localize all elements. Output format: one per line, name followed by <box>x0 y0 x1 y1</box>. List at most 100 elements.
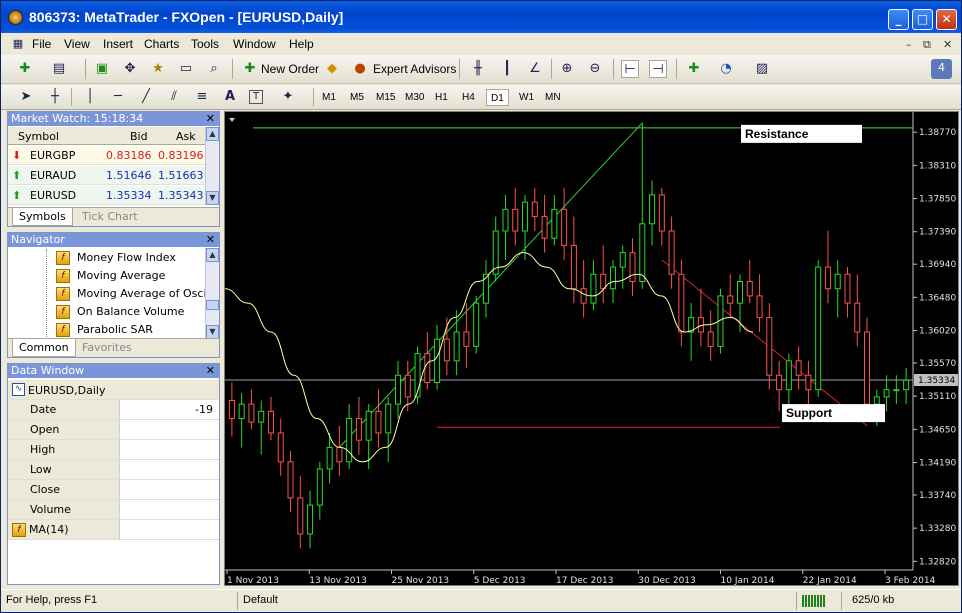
tab-common[interactable]: Common <box>12 339 76 357</box>
timeframe-h4[interactable]: H4 <box>458 89 479 106</box>
metaeditor-icon[interactable]: ◆ <box>323 60 341 78</box>
navigator-item-label: Moving Average of Oscilla <box>77 287 220 300</box>
new-chart-icon[interactable]: ✚ <box>16 60 34 78</box>
navigator-icon[interactable]: ★ <box>149 60 167 78</box>
text-icon[interactable]: A <box>221 88 239 106</box>
chart-canvas[interactable]: 1.38770 1.38310 1.37850 1.37390 1.36940 1.364… <box>224 112 958 586</box>
terminal-icon[interactable]: ▭ <box>177 60 195 78</box>
scroll-up-icon[interactable]: ▲ <box>206 127 219 141</box>
scroll-down-icon[interactable]: ▼ <box>206 191 219 205</box>
symbol-row[interactable]: ⬆ EURAUD 1.51646 1.51663 <box>8 166 206 185</box>
profiles-icon[interactable]: ▤ <box>50 60 68 78</box>
title-bar[interactable]: 806373: MetaTrader - FXOpen - [EURUSD,Da… <box>1 1 961 33</box>
candle-body <box>776 374 783 391</box>
price-chart[interactable]: 1.38770 1.38310 1.37850 1.37390 1.36940 1.364… <box>224 111 959 586</box>
column-bid[interactable]: Bid <box>130 130 148 143</box>
navigator-scrollbar[interactable]: ▲ ▼ <box>205 248 219 339</box>
fibonacci-icon[interactable]: ≡ <box>193 88 211 106</box>
menu-help[interactable]: Help <box>289 37 314 51</box>
price-tick-label: 1.38770 <box>919 128 956 138</box>
market-watch-icon[interactable]: ▣ <box>93 60 111 78</box>
navigator-close-icon[interactable]: ✕ <box>206 233 215 247</box>
expert-advisors-button[interactable]: Expert Advisors <box>373 62 456 76</box>
candle-body <box>893 389 900 392</box>
bid-price: 1.51646 <box>106 169 152 182</box>
tab-symbols[interactable]: Symbols <box>12 208 73 226</box>
status-help: For Help, press F1 <box>6 594 98 606</box>
timeframe-d1[interactable]: D1 <box>486 89 509 106</box>
indicator-name: MA(14) <box>29 523 69 536</box>
scroll-down-icon[interactable]: ▼ <box>206 325 219 339</box>
data-window-icon[interactable]: ✥ <box>121 60 139 78</box>
market-watch-tabs: Symbols Tick Chart <box>8 207 219 226</box>
chart-shift-icon[interactable]: ⊣ <box>649 60 667 78</box>
zoom-out-icon[interactable]: ⊖ <box>586 60 604 78</box>
navigator-item[interactable]: f Moving Average <box>56 267 165 285</box>
timeframe-m5[interactable]: M5 <box>346 89 368 106</box>
vertical-line-icon[interactable]: │ <box>81 88 99 106</box>
candle-body <box>570 244 577 290</box>
data-row: Volume <box>8 500 219 520</box>
timeframe-m1[interactable]: M1 <box>318 89 340 106</box>
new-order-button[interactable]: New Order <box>261 62 319 76</box>
navigator-item[interactable]: f On Balance Volume <box>56 303 184 321</box>
symbol-row[interactable]: ⬇ EURGBP 0.83186 0.83196 <box>8 146 206 165</box>
minimize-icon[interactable]: _ <box>888 9 909 30</box>
candlesticks-icon[interactable]: ┃ <box>498 60 516 78</box>
line-chart-icon[interactable]: ∠ <box>526 60 544 78</box>
menu-tools[interactable]: Tools <box>191 37 219 51</box>
mdi-close-icon[interactable]: ✕ <box>943 38 952 51</box>
market-watch-close-icon[interactable]: ✕ <box>206 112 215 126</box>
expert-advisors-icon[interactable]: ● <box>351 60 369 78</box>
cursor-icon[interactable]: ➤ <box>17 88 35 106</box>
timeframe-m30[interactable]: M30 <box>401 89 428 106</box>
menu-charts[interactable]: Charts <box>144 37 179 51</box>
navigator-item[interactable]: f Parabolic SAR <box>56 321 153 339</box>
indicators-icon[interactable]: ✚ <box>685 60 703 78</box>
timeframe-w1[interactable]: W1 <box>515 89 538 106</box>
navigator-item[interactable]: f Moving Average of Oscilla <box>56 285 219 303</box>
market-watch-scrollbar[interactable]: ▲ ▼ <box>205 127 219 205</box>
menu-insert[interactable]: Insert <box>103 37 133 51</box>
equidistant-channel-icon[interactable]: ⫽ <box>165 88 183 106</box>
navigator-item[interactable]: f Money Flow Index <box>56 249 176 267</box>
menu-view[interactable]: View <box>64 37 90 51</box>
templates-icon[interactable]: ▨ <box>753 60 771 78</box>
mdi-minimize-icon[interactable]: – <box>906 38 912 51</box>
scroll-up-icon[interactable]: ▲ <box>206 248 219 262</box>
chart-doc-icon[interactable]: ▦ <box>9 35 27 53</box>
candle-body <box>512 208 519 232</box>
menu-file[interactable]: File <box>32 37 51 51</box>
uptrend-line <box>339 122 643 448</box>
close-icon[interactable]: ✕ <box>936 9 957 30</box>
auto-scroll-icon[interactable]: ⊢ <box>621 60 639 78</box>
tab-tick-chart[interactable]: Tick Chart <box>76 208 144 226</box>
strategy-tester-icon[interactable]: ⌕ <box>205 60 223 78</box>
tab-favorites[interactable]: Favorites <box>76 339 138 357</box>
crosshair-icon[interactable]: ┼ <box>46 88 64 106</box>
text-label-icon[interactable]: T <box>249 90 263 104</box>
new-order-icon[interactable]: ✚ <box>241 60 259 78</box>
timeframe-h1[interactable]: H1 <box>431 89 452 106</box>
price-tick-label: 1.34650 <box>919 425 956 435</box>
arrows-icon[interactable]: ✦ <box>279 88 297 106</box>
maximize-icon[interactable]: □ <box>912 9 933 30</box>
trendline-icon[interactable]: ╱ <box>137 88 155 106</box>
periods-icon[interactable]: ◔ <box>717 60 735 78</box>
toolbar-separator <box>232 59 233 79</box>
zoom-in-icon[interactable]: ⊕ <box>558 60 576 78</box>
navigator-item-label: Moving Average <box>77 269 166 282</box>
notifications-badge[interactable]: 4 <box>931 59 952 79</box>
column-ask[interactable]: Ask <box>176 130 196 143</box>
symbol-row[interactable]: ⬆ EURUSD 1.35334 1.35343 <box>8 186 206 205</box>
timeframe-mn[interactable]: MN <box>541 89 565 106</box>
mdi-restore-icon[interactable]: ⧉ <box>923 38 931 52</box>
candle-body <box>864 331 871 405</box>
data-window-close-icon[interactable]: ✕ <box>206 364 215 378</box>
timeframe-m15[interactable]: M15 <box>372 89 399 106</box>
bar-chart-icon[interactable]: ╫ <box>469 60 487 78</box>
column-symbol[interactable]: Symbol <box>18 130 59 143</box>
horizontal-line-icon[interactable]: ─ <box>109 88 127 106</box>
menu-window[interactable]: Window <box>233 37 276 51</box>
scroll-thumb[interactable] <box>206 300 219 310</box>
